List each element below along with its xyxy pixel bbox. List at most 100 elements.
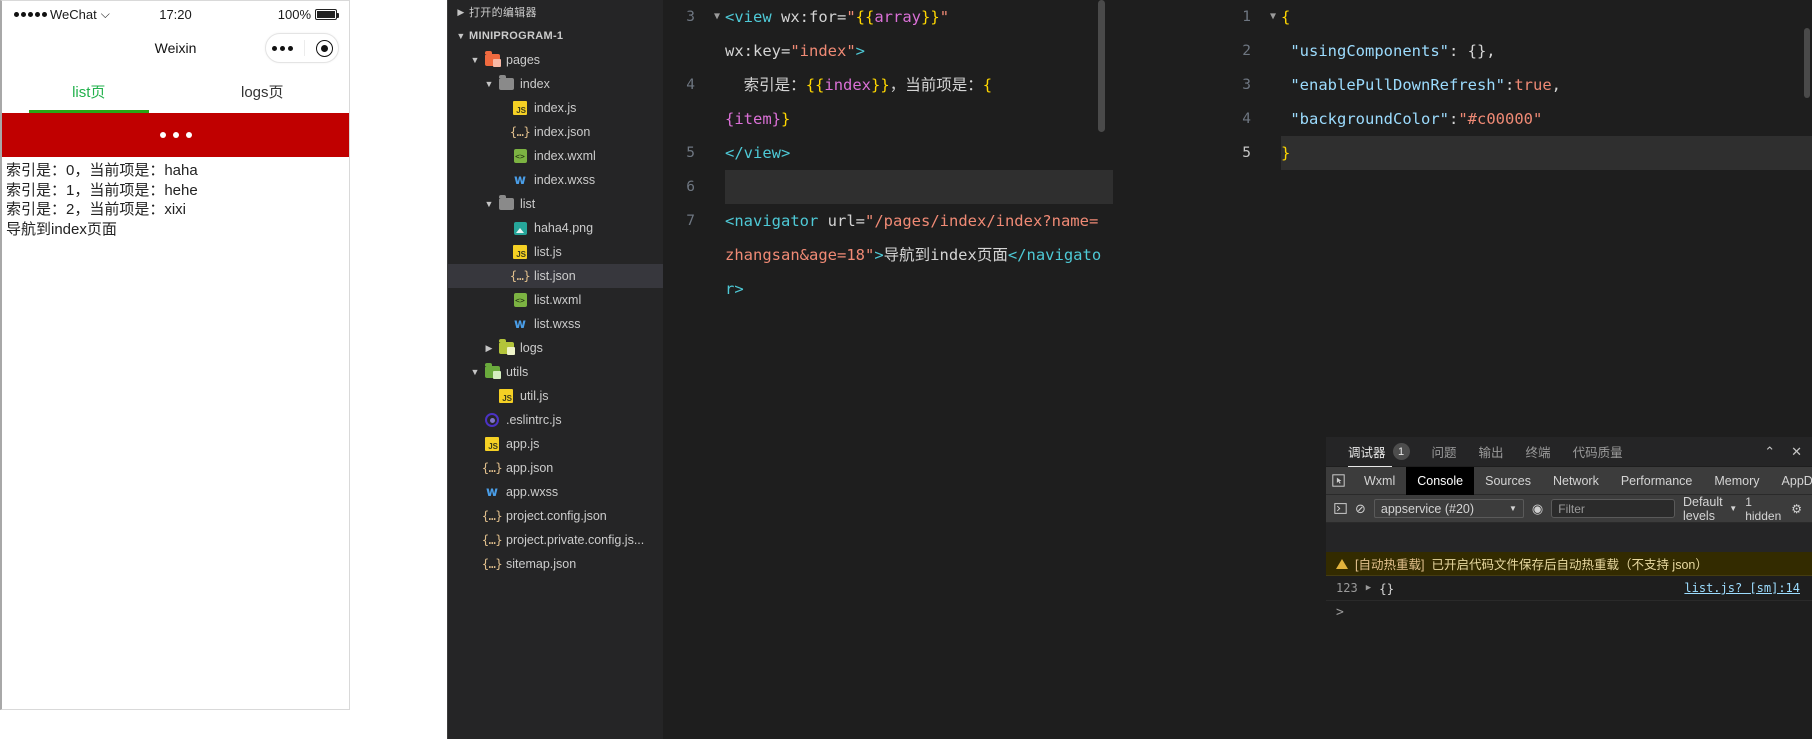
tree-item-label: project.private.config.js...	[506, 533, 645, 547]
fold-chevron-down-icon[interactable]: ▼	[1265, 0, 1281, 34]
tree-item-index.wxml[interactable]: <> index.wxml	[447, 144, 663, 168]
inspect-cursor-icon[interactable]	[1332, 474, 1345, 487]
warning-message: 已开启代码文件保存后自动热重载（不支持 json）	[1431, 558, 1708, 572]
execute-icon[interactable]	[1334, 502, 1347, 515]
wxss-file-icon: w	[513, 172, 526, 188]
devtools-tabbar: 调试器 1 问题 输出 终端 代码质量 ⌃ ✕	[1326, 437, 1812, 467]
eye-icon[interactable]: ◉	[1532, 501, 1543, 517]
tree-item-index.wxss[interactable]: w index.wxss	[447, 168, 663, 192]
tree-item-utils[interactable]: ▼ utils	[447, 360, 663, 384]
editor-scrollbar-vertical[interactable]	[1098, 0, 1105, 132]
clear-console-icon[interactable]: ⊘	[1355, 501, 1366, 517]
tree-item-list.wxml[interactable]: <> list.wxml	[447, 288, 663, 312]
navigator-link[interactable]: 导航到index页面	[6, 220, 345, 240]
file-explorer: ▶ 打开的编辑器 ▼ MINIPROGRAM-1 ▼ pages ▼ index JS i…	[447, 0, 663, 739]
code-line-1: 1 ▼ {	[1203, 0, 1812, 34]
tab-code-quality[interactable]: 代码质量	[1573, 437, 1623, 467]
tree-item-list.js[interactable]: JS list.js	[447, 240, 663, 264]
chevron-down-icon[interactable]: ▼	[467, 55, 483, 65]
tree-item-project.private.config.js...[interactable]: {…} project.private.config.js...	[447, 528, 663, 552]
context-label: appservice (#20)	[1380, 501, 1475, 516]
eslint-file-icon	[485, 413, 499, 427]
settings-gear-icon[interactable]: ⚙	[1791, 502, 1802, 516]
chevron-right-icon[interactable]: ▶	[481, 343, 497, 354]
tree-item-index[interactable]: ▼ index	[447, 72, 663, 96]
open-editors-section[interactable]: ▶ 打开的编辑器	[447, 0, 663, 24]
json-file-icon: {…}	[481, 509, 503, 523]
tab-logs[interactable]: logs页	[176, 69, 350, 113]
tree-item-.eslintrc.js[interactable]: .eslintrc.js	[447, 408, 663, 432]
fold-chevron-down-icon[interactable]: ▼	[709, 0, 725, 34]
wxml-editor[interactable]: 3 ▼ <view wx:for="{{array}}" wx:key="ind…	[663, 0, 1113, 739]
cdt-tab-memory[interactable]: Memory	[1703, 467, 1770, 495]
log-levels-selector[interactable]: Default levels ▼	[1683, 495, 1737, 523]
folder-icon	[484, 51, 501, 67]
chevron-down-icon[interactable]: ▼	[481, 79, 497, 89]
chevron-down-icon: ▼	[1729, 504, 1738, 513]
tree-item-label: index.json	[534, 125, 591, 139]
console-prompt[interactable]: >	[1326, 601, 1812, 623]
cdt-tab-wxml[interactable]: Wxml	[1353, 467, 1406, 495]
target-icon[interactable]	[315, 39, 333, 57]
tree-item-util.js[interactable]: JS util.js	[447, 384, 663, 408]
tab-terminal[interactable]: 终端	[1526, 437, 1551, 467]
tab-output[interactable]: 输出	[1479, 437, 1504, 467]
cdt-tab-console[interactable]: Console	[1406, 466, 1475, 495]
chevron-up-icon[interactable]: ⌃	[1764, 444, 1775, 460]
cdt-tab-performance[interactable]: Performance	[1610, 467, 1704, 495]
json-file-icon: {…}	[481, 557, 503, 571]
js-file-icon: JS	[513, 101, 527, 115]
image-file-icon	[513, 221, 527, 235]
expand-arrow-icon[interactable]: ▶	[1366, 583, 1371, 593]
close-icon[interactable]: ✕	[1791, 444, 1802, 460]
cdt-tab-network[interactable]: Network	[1542, 467, 1610, 495]
tree-item-app.js[interactable]: JS app.js	[447, 432, 663, 456]
tree-item-app.wxss[interactable]: w app.wxss	[447, 480, 663, 504]
cdt-tab-appdata[interactable]: AppData	[1771, 467, 1812, 495]
more-dots-icon[interactable]	[271, 45, 293, 51]
tree-item-list.json[interactable]: {…} list.json	[447, 264, 663, 288]
folder-icon	[484, 363, 501, 379]
tree-item-sitemap.json[interactable]: {…} sitemap.json	[447, 552, 663, 576]
filter-input[interactable]: Filter	[1551, 499, 1675, 518]
status-time: 17:20	[159, 6, 192, 22]
tab-problems[interactable]: 问题	[1432, 437, 1457, 467]
tree-item-haha4.png[interactable]: haha4.png	[447, 216, 663, 240]
wechat-devtools-window: WeChat ⌵ 17:20 100% Weixin list页 logs页 索…	[0, 0, 1812, 739]
code-line-4: 4 索引是：{{index}}，当前项是：{ {item}}	[663, 68, 1113, 136]
warning-prefix: [自动热重载]	[1355, 558, 1425, 572]
code-text: {	[1281, 8, 1291, 26]
console-warning-row[interactable]: [自动热重载] 已开启代码文件保存后自动热重载（不支持 json）	[1326, 552, 1812, 576]
tree-item-index.js[interactable]: JS index.js	[447, 96, 663, 120]
tree-item-app.json[interactable]: {…} app.json	[447, 456, 663, 480]
cdt-tab-sources[interactable]: Sources	[1474, 467, 1542, 495]
tree-item-label: list.js	[534, 245, 562, 259]
chevron-down-icon[interactable]: ▼	[453, 31, 469, 41]
wxss-file-icon: w	[513, 316, 526, 332]
tree-item-label: app.wxss	[506, 485, 559, 499]
tab-debugger[interactable]: 调试器 1	[1348, 437, 1410, 467]
tree-item-label: list	[520, 197, 536, 211]
code-line-3: 3 ▼ <view wx:for="{{array}}" wx:key="ind…	[663, 0, 1113, 68]
json-editor-scrollbar[interactable]	[1804, 28, 1810, 98]
chevron-down-icon[interactable]: ▼	[481, 199, 497, 209]
wxml-file-icon: <>	[513, 293, 527, 307]
tree-item-list.wxss[interactable]: w list.wxss	[447, 312, 663, 336]
tree-item-label: index	[520, 77, 550, 91]
tree-item-list[interactable]: ▼ list	[447, 192, 663, 216]
code-text: <navigator url="/pages/index/index?name=…	[725, 212, 1102, 298]
chevron-down-icon[interactable]: ▼	[467, 367, 483, 377]
tree-item-project.config.json[interactable]: {…} project.config.json	[447, 504, 663, 528]
tab-list[interactable]: list页	[2, 69, 176, 113]
capsule-divider	[303, 40, 305, 56]
tree-item-pages[interactable]: ▼ pages	[447, 48, 663, 72]
capsule-button[interactable]	[265, 33, 339, 63]
project-root-row[interactable]: ▼ MINIPROGRAM-1	[447, 24, 663, 48]
tree-item-index.json[interactable]: {…} index.json	[447, 120, 663, 144]
chevron-right-icon[interactable]: ▶	[453, 7, 469, 18]
tree-item-label: app.json	[506, 461, 554, 475]
tree-item-logs[interactable]: ▶ logs	[447, 336, 663, 360]
console-log-row[interactable]: 123 ▶ {} list.js? [sm]:14	[1326, 576, 1812, 601]
log-source-link[interactable]: list.js? [sm]:14	[1684, 581, 1800, 595]
context-selector[interactable]: appservice (#20) ▼	[1373, 499, 1524, 518]
